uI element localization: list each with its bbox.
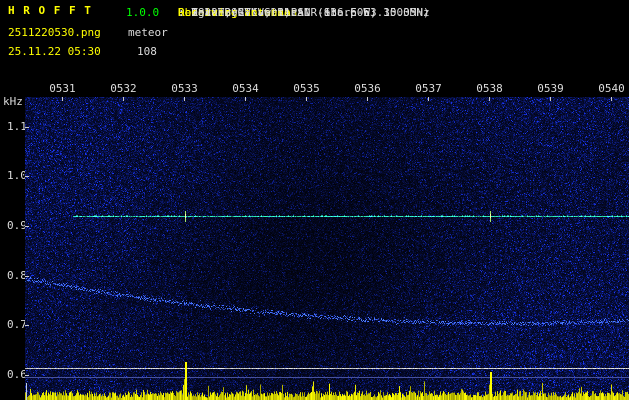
x-tick-label: 0539: [537, 82, 564, 95]
spectrogram-canvas: [25, 97, 629, 400]
x-tick-label: 0537: [415, 82, 442, 95]
x-tick-label: 0536: [354, 82, 381, 95]
y-tick-label: 1.0: [7, 169, 27, 182]
hrofft-window: H R O F F T 1.0.0 2511220530.png meteor …: [0, 0, 629, 400]
x-tick-label: 0533: [171, 82, 198, 95]
y-tick-label: 0.8: [7, 269, 27, 282]
echo-count: 108: [137, 45, 157, 58]
info-value: : 2el-HB9CV Vertical (el. E-W): [178, 6, 377, 19]
observation-datetime: 25.11.22 05:30: [8, 45, 101, 58]
app-version: 1.0.0: [126, 6, 160, 19]
mode-label: meteor: [128, 26, 168, 39]
x-tick-label: 0540: [598, 82, 625, 95]
x-tick-label: 0532: [110, 82, 137, 95]
app-title: H R O F F T: [8, 4, 92, 17]
y-tick-label: 0.6: [7, 368, 27, 381]
x-tick-label: 0538: [476, 82, 503, 95]
y-tick-label: 0.9: [7, 219, 27, 232]
x-tick-label: 0535: [293, 82, 320, 95]
x-tick-label: 0534: [232, 82, 259, 95]
x-tick-label: 0531: [49, 82, 76, 95]
y-tick-label: 1.1: [7, 120, 27, 133]
y-tick-label: 0.7: [7, 318, 27, 331]
y-axis-unit-label: kHz: [3, 95, 23, 108]
output-filename: 2511220530.png: [8, 26, 101, 39]
